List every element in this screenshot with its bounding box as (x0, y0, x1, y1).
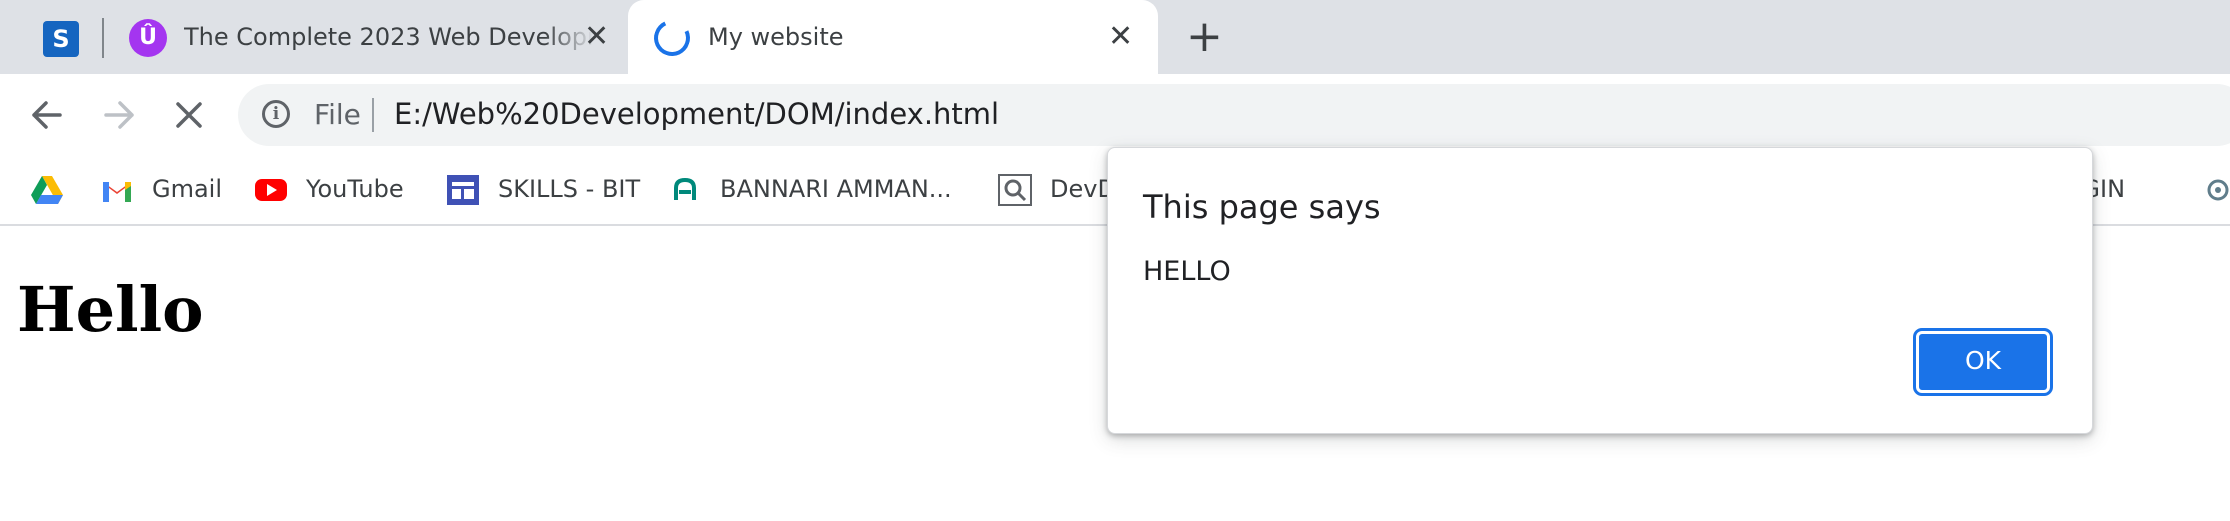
alert-dialog: This page says HELLO OK (1107, 147, 2093, 434)
tab-strip: S Û The Complete 2023 Web Development Bo… (0, 0, 2230, 74)
skills-icon (447, 175, 479, 205)
gmail-icon (103, 182, 131, 202)
dialog-title: This page says (1143, 188, 1381, 226)
close-tab-icon[interactable]: ✕ (584, 20, 609, 54)
close-tab-icon[interactable]: ✕ (1108, 20, 1133, 54)
profile-s-icon[interactable]: S (43, 21, 79, 57)
forward-button[interactable] (94, 90, 144, 140)
toolbar: i File E:/Web%20Development/DOM/index.ht… (0, 74, 2230, 156)
address-separator (372, 98, 374, 132)
tab-web-development-bootcamp[interactable]: Û The Complete 2023 Web Development Boot… (114, 0, 628, 74)
close-icon (176, 102, 202, 128)
bookmark-label: SKILLS - BIT (498, 175, 641, 203)
page-heading: Hello (17, 273, 204, 346)
arrow-left-icon (32, 101, 62, 129)
loading-spinner-icon (648, 14, 696, 62)
url-text[interactable]: E:/Web%20Development/DOM/index.html (394, 97, 999, 131)
tab-my-website[interactable]: My website ✕ (628, 0, 1158, 74)
back-button[interactable] (22, 90, 72, 140)
arrow-right-icon (104, 101, 134, 129)
dialog-message: HELLO (1143, 256, 1231, 287)
bookmark-label: YouTube (306, 175, 404, 203)
address-bar[interactable]: i File E:/Web%20Development/DOM/index.ht… (238, 84, 2230, 146)
bookmark-google-drive[interactable] (30, 170, 70, 210)
ok-button[interactable]: OK (1913, 328, 2053, 396)
scheme-label: File (314, 98, 361, 131)
bannari-icon (674, 177, 696, 200)
google-drive-icon (31, 176, 63, 204)
bookmark-site[interactable] (2204, 170, 2230, 210)
site-icon (2207, 179, 2229, 201)
youtube-icon (255, 179, 287, 201)
tab-title: My website (708, 23, 844, 51)
bookmark-label: BANNARI AMMAN... (720, 175, 952, 203)
search-icon (998, 174, 1032, 206)
bookmark-label: Gmail (152, 175, 223, 203)
udemy-icon: Û (129, 19, 167, 57)
new-tab-button[interactable]: + (1186, 14, 1223, 60)
stop-loading-button[interactable] (164, 90, 214, 140)
tab-separator (102, 18, 104, 58)
info-icon[interactable]: i (262, 100, 290, 128)
tab-title: The Complete 2023 Web Development Bootca… (184, 23, 594, 51)
